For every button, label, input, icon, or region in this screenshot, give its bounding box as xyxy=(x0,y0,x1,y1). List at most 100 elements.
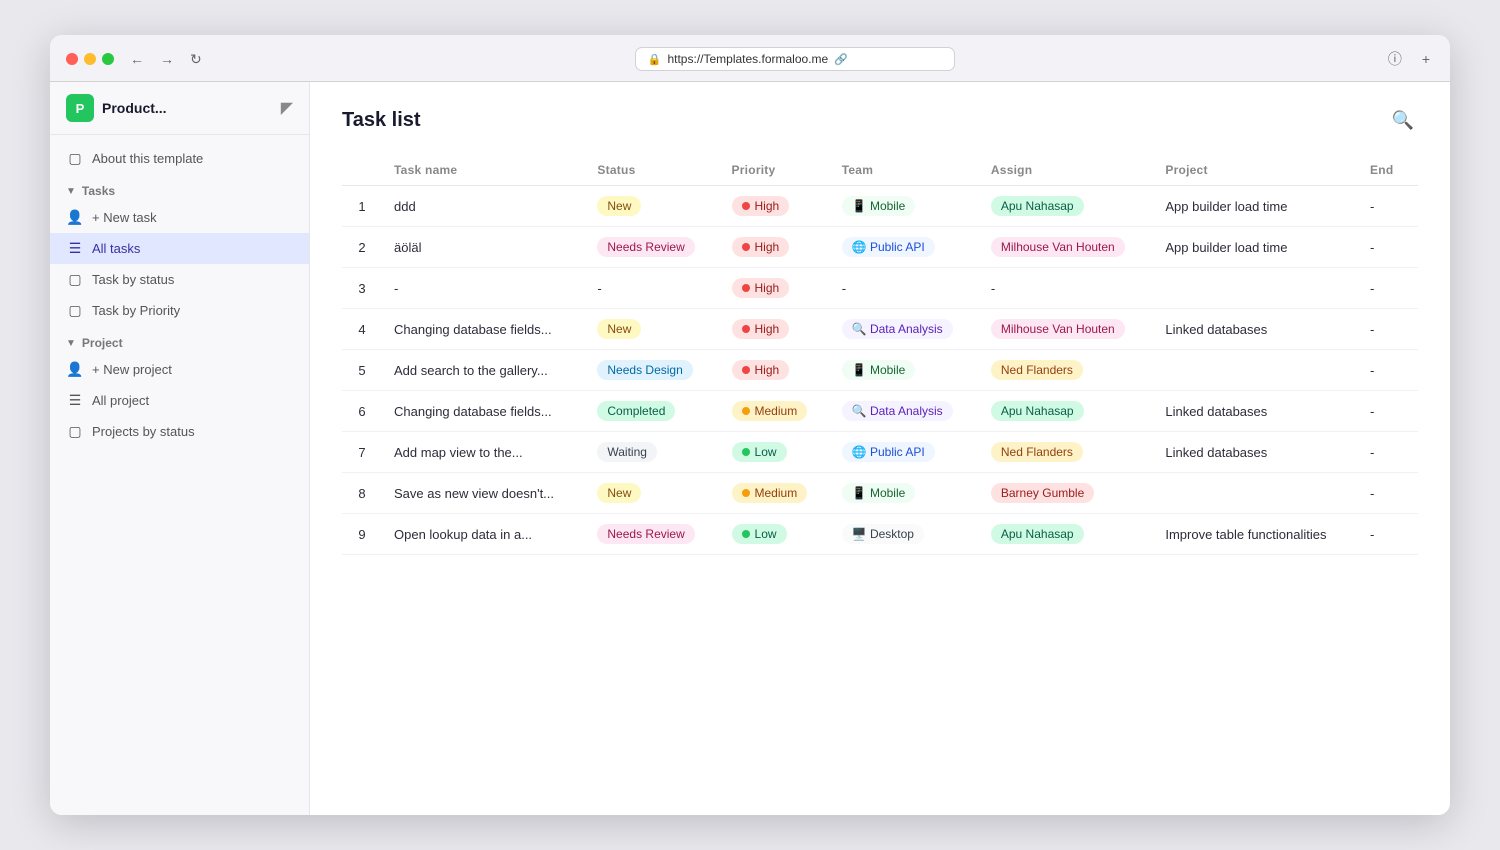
app-layout: P Product... ◤ ▢ About this template ▼ T… xyxy=(50,82,1450,815)
cell-project: App builder load time xyxy=(1153,186,1358,227)
sidebar-item-all-project[interactable]: ☰ All project xyxy=(50,385,309,416)
row-number: 9 xyxy=(342,514,382,555)
priority-dot-icon xyxy=(742,407,750,415)
team-badge: 🖥️ Desktop xyxy=(842,524,924,544)
cell-status: - xyxy=(585,268,719,309)
sidebar-new-project-label: + New project xyxy=(92,362,172,377)
person-plus-project-icon: 👤 xyxy=(66,361,84,378)
cell-status: New xyxy=(585,473,719,514)
projects-by-status-icon: ▢ xyxy=(66,423,84,440)
project-arrow-icon: ▼ xyxy=(66,338,76,349)
cell-assign: Apu Nahasap xyxy=(979,391,1153,432)
layout-toggle-button[interactable]: ◤ xyxy=(281,98,293,118)
cell-priority: High xyxy=(720,350,830,391)
team-badge: 🌐 Public API xyxy=(842,237,935,257)
url-display[interactable]: 🔒 https://Templates.formaloo.me 🔗 xyxy=(635,47,955,71)
table-row[interactable]: 2äölälNeeds ReviewHigh🌐 Public APIMilhou… xyxy=(342,227,1418,268)
priority-label: Medium xyxy=(755,486,798,500)
project-section-header[interactable]: ▼ Project xyxy=(50,326,309,354)
cell-priority: High xyxy=(720,268,830,309)
priority-badge: High xyxy=(732,278,790,298)
sidebar-projects-by-status-label: Projects by status xyxy=(92,424,195,439)
cell-end: - xyxy=(1358,350,1418,391)
cell-end: - xyxy=(1358,391,1418,432)
table-row[interactable]: 5Add search to the gallery...Needs Desig… xyxy=(342,350,1418,391)
minimize-button[interactable] xyxy=(84,53,96,65)
sidebar-item-task-by-status[interactable]: ▢ Task by status xyxy=(50,264,309,295)
sidebar-item-projects-by-status[interactable]: ▢ Projects by status xyxy=(50,416,309,447)
table-row[interactable]: 1dddNewHigh📱 MobileApu NahasapApp builde… xyxy=(342,186,1418,227)
table-row[interactable]: 8Save as new view doesn't...NewMedium📱 M… xyxy=(342,473,1418,514)
project-section-label: Project xyxy=(82,336,123,350)
cell-priority: High xyxy=(720,309,830,350)
cell-priority: High xyxy=(720,186,830,227)
search-button[interactable]: 🔍 xyxy=(1388,106,1418,135)
cell-status: New xyxy=(585,186,719,227)
table-row[interactable]: 4Changing database fields...NewHigh🔍 Dat… xyxy=(342,309,1418,350)
row-number: 2 xyxy=(342,227,382,268)
sidebar-item-about[interactable]: ▢ About this template xyxy=(50,143,309,174)
cell-team: 🌐 Public API xyxy=(830,227,979,268)
main-content: Task list 🔍 Task name Status Priority Te… xyxy=(310,82,1450,815)
refresh-button[interactable]: ↻ xyxy=(186,49,206,70)
row-number: 3 xyxy=(342,268,382,309)
cell-end: - xyxy=(1358,227,1418,268)
team-badge: 📱 Mobile xyxy=(842,360,916,380)
sidebar-item-new-project[interactable]: 👤 + New project xyxy=(50,354,309,385)
table-row[interactable]: 9Open lookup data in a...Needs ReviewLow… xyxy=(342,514,1418,555)
cell-priority: Medium xyxy=(720,391,830,432)
col-priority: Priority xyxy=(720,155,830,186)
priority-dot-icon xyxy=(742,530,750,538)
team-badge: 🔍 Data Analysis xyxy=(842,401,953,421)
back-button[interactable]: ← xyxy=(126,49,148,69)
browser-chrome: ← → ↻ 🔒 https://Templates.formaloo.me 🔗 … xyxy=(50,35,1450,82)
status-badge: New xyxy=(597,319,641,339)
sidebar-item-all-tasks[interactable]: ☰ All tasks xyxy=(50,233,309,264)
new-tab-button[interactable]: + xyxy=(1418,49,1434,69)
col-status: Status xyxy=(585,155,719,186)
col-team: Team xyxy=(830,155,979,186)
cell-task-name: Add map view to the... xyxy=(382,432,585,473)
col-end: End xyxy=(1358,155,1418,186)
cell-project xyxy=(1153,268,1358,309)
link-icon: 🔗 xyxy=(834,53,848,66)
table-row[interactable]: 6Changing database fields...CompletedMed… xyxy=(342,391,1418,432)
product-title: Product... xyxy=(102,100,167,116)
sidebar-all-project-label: All project xyxy=(92,393,149,408)
forward-button[interactable]: → xyxy=(156,49,178,69)
sidebar-task-by-priority-label: Task by Priority xyxy=(92,303,180,318)
history-button[interactable]: ⓘ xyxy=(1384,47,1406,71)
tasks-section-header[interactable]: ▼ Tasks xyxy=(50,174,309,202)
maximize-button[interactable] xyxy=(102,53,114,65)
priority-badge: High xyxy=(732,196,790,216)
cell-project: Linked databases xyxy=(1153,432,1358,473)
team-badge: 📱 Mobile xyxy=(842,483,916,503)
priority-label: High xyxy=(755,322,780,336)
cell-end: - xyxy=(1358,186,1418,227)
cell-status: Needs Review xyxy=(585,227,719,268)
table-header-row: Task name Status Priority Team Assign Pr… xyxy=(342,155,1418,186)
close-button[interactable] xyxy=(66,53,78,65)
tasks-section-label: Tasks xyxy=(82,184,115,198)
page-icon: ▢ xyxy=(66,150,84,167)
browser-window: ← → ↻ 🔒 https://Templates.formaloo.me 🔗 … xyxy=(50,35,1450,815)
tasks-arrow-icon: ▼ xyxy=(66,186,76,197)
table-row[interactable]: 3--High--- xyxy=(342,268,1418,309)
sidebar-item-new-task[interactable]: 👤 + New task xyxy=(50,202,309,233)
sidebar-item-task-by-priority[interactable]: ▢ Task by Priority xyxy=(50,295,309,326)
table-row[interactable]: 7Add map view to the...WaitingLow🌐 Publi… xyxy=(342,432,1418,473)
cell-team: 📱 Mobile xyxy=(830,350,979,391)
cell-assign: - xyxy=(979,268,1153,309)
cell-priority: Low xyxy=(720,514,830,555)
assign-badge: Milhouse Van Houten xyxy=(991,237,1125,257)
page-title: Task list xyxy=(342,109,421,132)
cell-assign: Milhouse Van Houten xyxy=(979,227,1153,268)
sidebar-all-tasks-label: All tasks xyxy=(92,241,140,256)
priority-label: Low xyxy=(755,527,777,541)
cell-status: Needs Review xyxy=(585,514,719,555)
cell-assign: Barney Gumble xyxy=(979,473,1153,514)
row-number: 5 xyxy=(342,350,382,391)
traffic-lights xyxy=(66,53,114,65)
assign-badge: Apu Nahasap xyxy=(991,196,1084,216)
priority-label: Medium xyxy=(755,404,798,418)
